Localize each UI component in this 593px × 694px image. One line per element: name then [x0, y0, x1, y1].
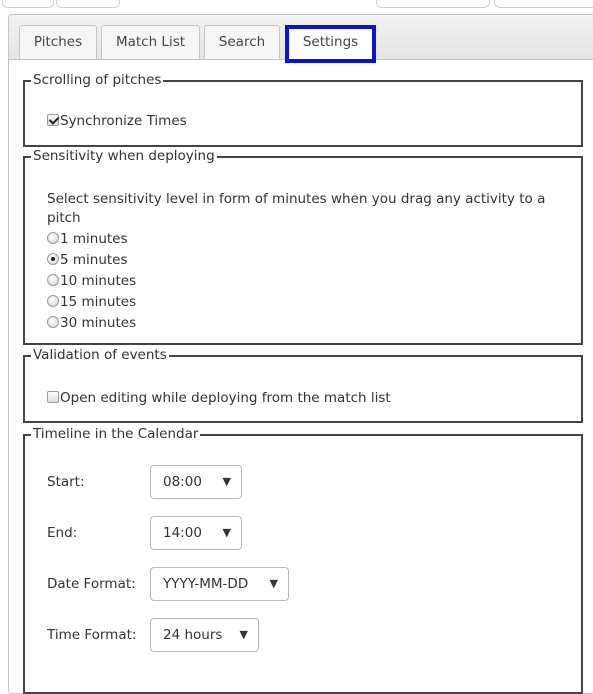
scrolling-legend: Scrolling of pitches	[31, 71, 164, 89]
validation-group: Validation of events Open editing while …	[23, 346, 583, 423]
sensitivity-option-label: 30 minutes	[60, 315, 137, 331]
timeline-group: Timeline in the Calendar Start: 08:00 ▼ …	[23, 425, 583, 694]
sensitivity-option-label: 15 minutes	[60, 294, 137, 310]
time-format-value: 24 hours	[163, 627, 223, 643]
start-label: Start:	[47, 474, 85, 490]
sensitivity-option-30[interactable]: 30 minutes	[47, 314, 136, 332]
scrolling-group: Scrolling of pitches Synchronize Times	[23, 71, 583, 147]
sensitivity-radio-15[interactable]	[47, 295, 59, 307]
toolbar-button-remnant[interactable]	[376, 0, 490, 8]
synchronize-times-label: Synchronize Times	[60, 113, 187, 129]
date-format-select[interactable]: YYYY-MM-DD ▼	[150, 567, 289, 601]
open-editing-checkbox[interactable]	[47, 391, 59, 403]
tab-search[interactable]: Search	[204, 25, 280, 59]
sensitivity-radio-10[interactable]	[47, 274, 59, 286]
time-format-select[interactable]: 24 hours ▼	[150, 618, 259, 652]
tab-settings[interactable]: Settings	[288, 25, 373, 60]
dropdown-caret-icon: ▼	[222, 475, 231, 488]
sensitivity-option-5[interactable]: 5 minutes	[47, 251, 128, 269]
sensitivity-radio-1[interactable]	[47, 232, 59, 244]
sensitivity-radio-30[interactable]	[47, 316, 59, 328]
sensitivity-option-1[interactable]: 1 minutes	[47, 230, 128, 248]
dropdown-caret-icon: ▼	[239, 628, 248, 641]
end-time-select[interactable]: 14:00 ▼	[150, 516, 242, 550]
date-format-label: Date Format:	[47, 576, 136, 592]
sensitivity-option-10[interactable]: 10 minutes	[47, 272, 136, 290]
sensitivity-description: Select sensitivity level in form of minu…	[47, 190, 545, 208]
synchronize-times-row[interactable]: Synchronize Times	[47, 112, 187, 130]
date-format-value: YYYY-MM-DD	[163, 576, 249, 592]
start-time-value: 08:00	[163, 474, 202, 490]
sensitivity-option-label: 5 minutes	[60, 252, 128, 268]
validation-legend: Validation of events	[31, 346, 169, 364]
toolbar-button-remnant[interactable]	[56, 0, 120, 8]
dropdown-caret-icon: ▼	[269, 577, 278, 590]
sensitivity-description-line2: pitch	[47, 210, 81, 226]
toolbar-button-remnant[interactable]	[2, 0, 54, 8]
sensitivity-description-line1: Select sensitivity level in form of minu…	[47, 191, 546, 207]
tab-match-list[interactable]: Match List	[101, 25, 200, 59]
dropdown-caret-icon: ▼	[222, 526, 231, 539]
sensitivity-option-label: 1 minutes	[60, 231, 128, 247]
start-time-select[interactable]: 08:00 ▼	[150, 465, 242, 499]
end-label: End:	[47, 525, 78, 541]
open-editing-row[interactable]: Open editing while deploying from the ma…	[47, 389, 391, 407]
sensitivity-radio-5[interactable]	[47, 253, 59, 265]
open-editing-label: Open editing while deploying from the ma…	[60, 390, 391, 406]
sensitivity-option-label: 10 minutes	[60, 273, 137, 289]
top-toolbar-remnant	[0, 0, 593, 8]
toolbar-button-remnant[interactable]	[494, 0, 593, 8]
timeline-legend: Timeline in the Calendar	[31, 425, 201, 443]
synchronize-times-checkbox[interactable]	[47, 114, 59, 126]
time-format-label: Time Format:	[47, 627, 137, 643]
tab-bar: Pitches Match List Search Settings	[9, 15, 593, 63]
sensitivity-description-wrap: pitch	[47, 209, 81, 227]
sensitivity-group: Sensitivity when deploying Select sensit…	[23, 147, 583, 345]
end-time-value: 14:00	[163, 525, 202, 541]
tab-pitches[interactable]: Pitches	[19, 25, 97, 59]
sensitivity-option-15[interactable]: 15 minutes	[47, 293, 136, 311]
sensitivity-legend: Sensitivity when deploying	[31, 147, 217, 165]
